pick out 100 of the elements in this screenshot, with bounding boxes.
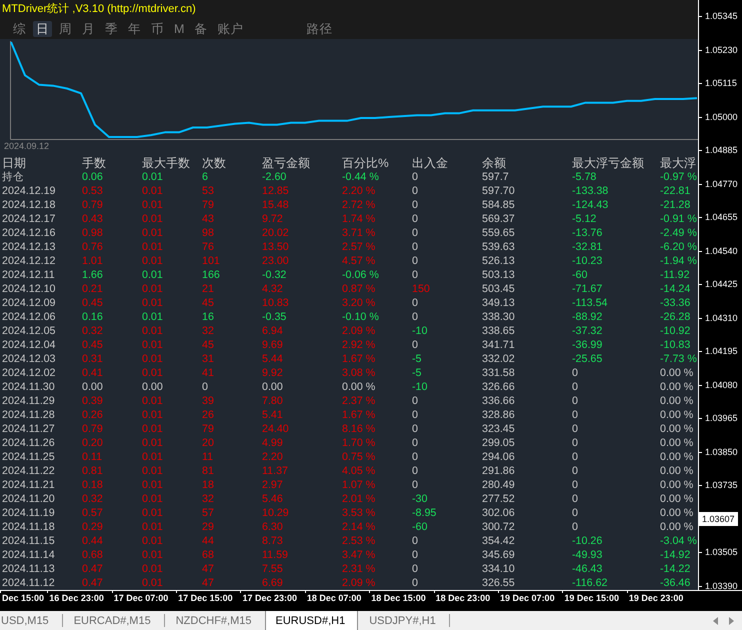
symbol-tab[interactable]: USD,M15 xyxy=(0,611,62,630)
period-tab[interactable]: 季 xyxy=(102,21,121,37)
table-cell: 20 xyxy=(202,436,214,450)
table-cell: 0.00 % xyxy=(660,520,694,534)
table-cell: 0.00 % xyxy=(660,492,694,506)
table-cell: -5 xyxy=(412,366,422,380)
table-cell: 2024.12.19 xyxy=(2,184,56,198)
symbol-tab[interactable]: EURUSD#,H1 xyxy=(264,611,358,630)
table-cell: 2024.11.26 xyxy=(2,436,55,450)
period-tab[interactable]: 账户 xyxy=(214,21,246,37)
table-cell: -0.32 xyxy=(262,268,286,282)
table-cell: 7.55 xyxy=(262,562,283,576)
table-cell: 526.13 xyxy=(482,254,515,268)
table-cell: 0.00 % xyxy=(660,394,694,408)
table-cell: 10.83 xyxy=(262,296,289,310)
table-cell: 0.01 xyxy=(142,170,163,184)
table-cell: 0 xyxy=(572,464,578,478)
table-cell: 2.20 xyxy=(262,450,283,464)
table-cell: -46.43 xyxy=(572,562,602,576)
table-cell: 0.11 xyxy=(82,450,102,464)
symbol-tab[interactable]: EURCAD#,M15 xyxy=(62,611,164,630)
period-tab[interactable]: 周 xyxy=(56,21,75,37)
period-tab[interactable]: 币 xyxy=(148,21,167,37)
table-cell: 1.66 xyxy=(82,268,103,282)
symbol-tab[interactable]: NZDCHF#,M15 xyxy=(164,611,265,630)
table-cell: 2024.11.13 xyxy=(2,562,55,576)
symbol-tab[interactable]: USDJPY#,H1 xyxy=(358,611,449,630)
table-cell: -11.92 xyxy=(660,268,690,282)
table-cell: 2.53 % xyxy=(342,534,376,548)
table-cell: 2024.11.14 xyxy=(2,548,55,562)
table-cell: 2024.11.15 xyxy=(2,534,55,548)
table-cell: 0.00 % xyxy=(660,464,694,478)
table-cell: 21 xyxy=(202,282,214,296)
table-cell: 0 xyxy=(412,562,418,576)
table-cell: 43 xyxy=(202,212,214,226)
period-tab[interactable]: 备 xyxy=(191,21,210,37)
table-cell: 291.86 xyxy=(482,464,515,478)
table-cell: 0.76 xyxy=(82,240,103,254)
table-cell: 0.01 xyxy=(142,408,163,422)
table-cell: 11 xyxy=(202,450,214,464)
table-cell: 0 xyxy=(412,240,418,254)
table-cell: 持仓 xyxy=(2,170,24,184)
table-cell: 0.01 xyxy=(142,296,163,310)
table-cell: 332.02 xyxy=(482,352,515,366)
table-cell: 53 xyxy=(202,184,214,198)
period-tab[interactable]: M xyxy=(171,21,188,37)
table-cell: 81 xyxy=(202,464,214,478)
table-cell: 0.00 % xyxy=(660,436,694,450)
table-cell: 0 xyxy=(412,534,418,548)
table-cell: 338.65 xyxy=(482,324,515,338)
table-cell: 0.75 % xyxy=(342,450,376,464)
table-cell: 0.01 xyxy=(142,268,163,282)
table-cell: 0 xyxy=(412,548,418,562)
table-cell: 15.48 xyxy=(262,198,289,212)
table-cell: 0.47 xyxy=(82,562,103,576)
triangle-left-icon[interactable] xyxy=(713,616,718,624)
table-cell: -32.81 xyxy=(572,240,602,254)
table-cell: 2024.12.17 xyxy=(2,212,56,226)
table-cell: 1.01 xyxy=(82,254,103,268)
table-cell: 0.01 xyxy=(142,352,163,366)
table-cell: 2024.12.06 xyxy=(2,310,56,324)
path-tab[interactable]: 路径 xyxy=(303,21,336,37)
table-cell: 24.40 xyxy=(262,422,289,436)
table-cell: 503.13 xyxy=(482,268,515,282)
period-tab[interactable]: 月 xyxy=(79,21,98,37)
table-cell: 0.01 xyxy=(142,282,163,296)
table-cell: -133.38 xyxy=(572,184,608,198)
table-cell: 57 xyxy=(202,506,214,520)
table-cell: -3.04 % xyxy=(660,534,697,548)
period-tab[interactable]: 年 xyxy=(125,21,144,37)
table-cell: 0 xyxy=(412,436,418,450)
table-cell: 8.73 xyxy=(262,534,283,548)
table-cell: 3.47 % xyxy=(342,548,376,562)
triangle-right-icon[interactable] xyxy=(729,616,734,624)
table-cell: 0 xyxy=(412,310,418,324)
table-cell: 10.29 xyxy=(262,506,289,520)
table-cell: 6.69 xyxy=(262,576,283,590)
table-cell: 41 xyxy=(202,366,214,380)
table-cell: -8.95 xyxy=(412,506,436,520)
table-cell: 0 xyxy=(572,450,578,464)
price-label: 1.03735 xyxy=(699,481,738,490)
table-cell: 0.01 xyxy=(142,548,163,562)
table-cell: 0 xyxy=(412,212,418,226)
table-cell: 328.86 xyxy=(482,408,515,422)
table-cell: 0 xyxy=(412,170,418,184)
table-cell: 0.01 xyxy=(142,184,163,198)
table-cell: 4.57 % xyxy=(342,254,376,268)
period-tab[interactable]: 日 xyxy=(33,21,52,37)
table-cell: 2.92 % xyxy=(342,338,376,352)
table-cell: 0.01 xyxy=(142,198,163,212)
table-cell: 29 xyxy=(202,520,214,534)
table-cell: 0 xyxy=(412,422,418,436)
table-cell: 0.18 xyxy=(82,478,103,492)
table-cell: -116.62 xyxy=(572,576,608,590)
table-cell: 597.7 xyxy=(482,170,509,184)
table-cell: 4.99 xyxy=(262,436,283,450)
price-label: 1.04770 xyxy=(699,180,738,189)
period-tab[interactable]: 综 xyxy=(10,21,29,37)
table-cell: -0.35 xyxy=(262,310,286,324)
table-cell: 18 xyxy=(202,478,214,492)
